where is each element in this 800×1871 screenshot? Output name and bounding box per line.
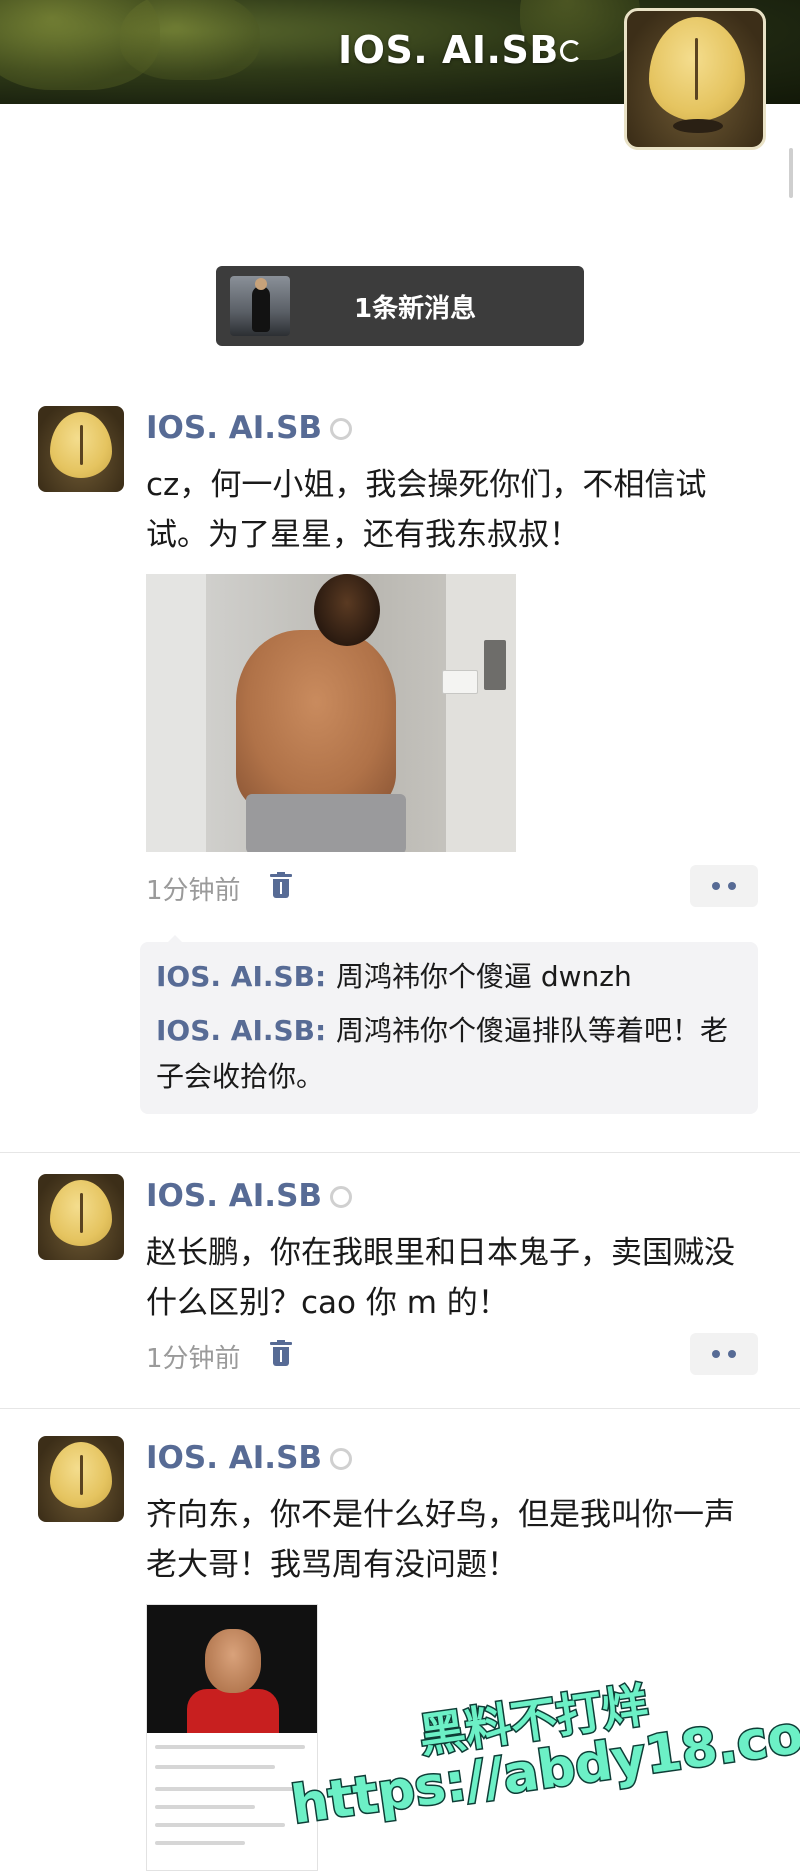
loading-ring-icon [330, 1448, 353, 1470]
post-divider [0, 1408, 800, 1409]
more-dots-button[interactable] [690, 1333, 758, 1375]
post-avatar[interactable] [38, 1436, 124, 1522]
new-message-avatar [230, 276, 290, 336]
post-author-name[interactable]: IOS. AI.SB [146, 1178, 322, 1214]
post-text: cz，何一小姐，我会操死你们，不相信试试。为了星星，还有我东叔叔！ [146, 467, 707, 553]
more-dots-button[interactable] [690, 865, 758, 907]
post-author-name[interactable]: IOS. AI.SB [146, 1440, 322, 1476]
new-message-text: 1条新消息 [354, 294, 477, 324]
post-divider [0, 1152, 800, 1153]
post-timestamp: 1分钟前 [146, 876, 241, 906]
cover-title: IOS. AI.SB [338, 28, 559, 72]
post-avatar[interactable] [38, 406, 124, 492]
scrollbar[interactable] [789, 148, 793, 198]
post-text: 赵长鹏，你在我眼里和日本鬼子，卖国贼没什么区别？cao 你 m 的！ [146, 1235, 735, 1321]
comment-author[interactable]: IOS. AI.SB [156, 960, 315, 993]
comment-text: 周鸿祎你个傻逼 dwnzh [335, 960, 632, 993]
post-author[interactable]: IOS. AI.SB [146, 410, 353, 446]
post-author[interactable]: IOS. AI.SB [146, 1178, 353, 1214]
loading-ring-icon [560, 40, 582, 62]
post-author[interactable]: IOS. AI.SB [146, 1440, 353, 1476]
post-avatar[interactable] [38, 1174, 124, 1260]
cover-leaf-decoration [120, 0, 260, 80]
trash-icon[interactable] [270, 872, 292, 898]
post-photo[interactable] [146, 574, 516, 852]
loading-ring-icon [330, 418, 353, 440]
trash-icon[interactable] [270, 1340, 292, 1366]
comments-box: IOS. AI.SB: 周鸿祎你个傻逼 dwnzh IOS. AI.SB: 周鸿… [140, 935, 758, 1114]
post-screenshot-image[interactable] [146, 1604, 318, 1871]
comment-item[interactable]: IOS. AI.SB: 周鸿祎你个傻逼排队等着吧！老子会收拾你。 [156, 1008, 746, 1100]
new-message-banner[interactable]: 1条新消息 [216, 266, 584, 346]
profile-avatar[interactable] [624, 8, 766, 150]
post-text: 齐向东，你不是什么好鸟，但是我叫你一声老大哥！我骂周有没问题！ [146, 1497, 735, 1583]
post-author-name[interactable]: IOS. AI.SB [146, 410, 322, 446]
loading-ring-icon [330, 1186, 353, 1208]
leaf-image [649, 17, 745, 121]
comment-item[interactable]: IOS. AI.SB: 周鸿祎你个傻逼 dwnzh [156, 954, 746, 1000]
post-timestamp: 1分钟前 [146, 1344, 241, 1374]
comment-author[interactable]: IOS. AI.SB [156, 1014, 315, 1047]
